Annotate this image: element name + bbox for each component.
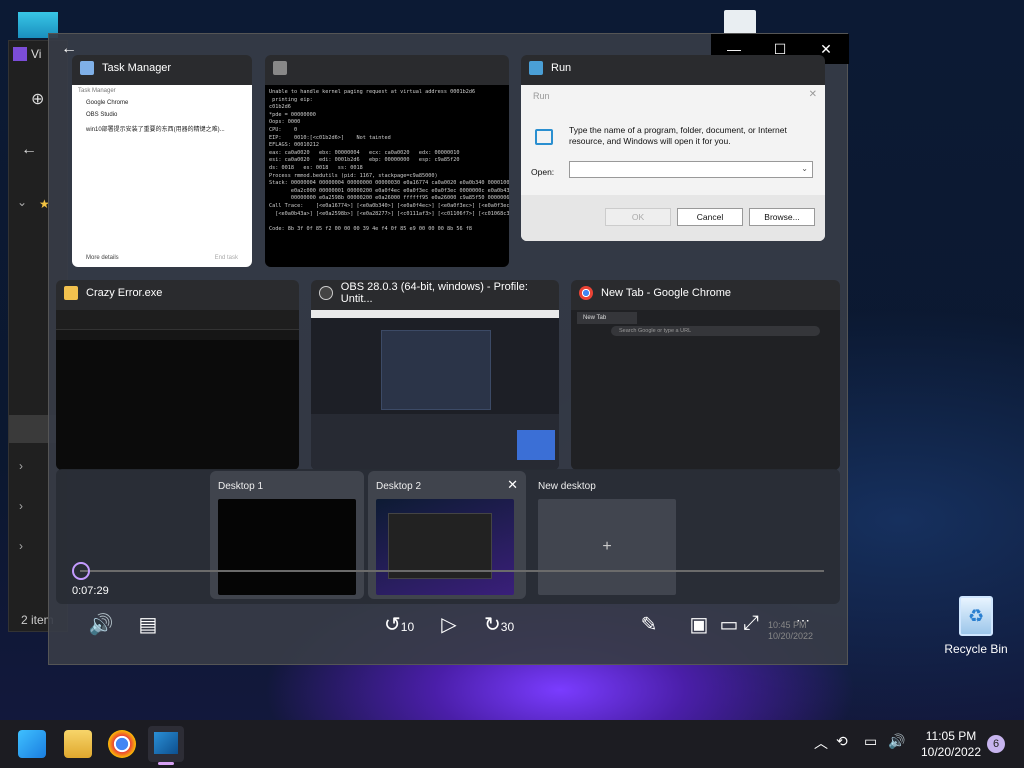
start-button[interactable]	[18, 730, 46, 758]
window-thumb-crazy-error[interactable]: Crazy Error.exe	[56, 280, 299, 470]
obs-icon	[319, 286, 333, 300]
recycle-bin-icon	[959, 596, 993, 636]
kernel-error-text: Unable to handle kernel paging request a…	[265, 85, 509, 267]
network-icon[interactable]: ▭	[864, 733, 877, 750]
tm-title: Task Manager	[78, 88, 116, 94]
forward-30-button[interactable]: ↻30	[484, 612, 514, 642]
recycle-bin[interactable]: Recycle Bin	[944, 596, 1008, 656]
chrome-omnibox: Search Google or type a URL	[611, 326, 820, 336]
active-indicator	[158, 762, 174, 765]
open-label: Open:	[531, 167, 555, 177]
thumb-title: Crazy Error.exe	[86, 287, 163, 299]
desktop-preview	[218, 499, 356, 595]
chevron-right-icon[interactable]: ›	[19, 539, 23, 553]
desktop-tile-1[interactable]: Desktop 1	[210, 471, 364, 599]
desktop-tile-2[interactable]: Desktop 2 ✕	[368, 471, 526, 599]
file-explorer-icon[interactable]	[64, 730, 92, 758]
thumb-title: Run	[551, 62, 572, 74]
rewind-seconds: 10	[400, 620, 415, 634]
new-desktop-label: New desktop	[538, 481, 596, 492]
new-desktop-add[interactable]: +	[538, 499, 676, 595]
chevron-up-icon[interactable]: ︿	[814, 733, 828, 753]
taskbar-clock[interactable]: 11:05 PM 10/20/2022	[915, 728, 987, 760]
elapsed-time: 0:07:29	[72, 585, 109, 597]
chevron-right-icon[interactable]: ›	[19, 499, 23, 513]
playlist-icon[interactable]: ▤	[133, 612, 163, 642]
app-icon	[13, 47, 27, 61]
volume-icon[interactable]: 🔊	[86, 612, 116, 642]
tm-end-task: End task	[214, 255, 238, 261]
add-icon[interactable]: ⊕	[31, 89, 44, 109]
back-arrow-icon[interactable]: ←	[21, 141, 37, 159]
chrome-icon[interactable]	[108, 730, 136, 758]
browse-button[interactable]: Browse...	[749, 208, 815, 226]
run-prompt: Type the name of a program, folder, docu…	[569, 125, 787, 146]
window-thumb-chrome[interactable]: New Tab - Google Chrome New Tab Search G…	[571, 280, 840, 470]
chevron-down-icon[interactable]: ⌄	[17, 195, 27, 209]
thumb-title: OBS 28.0.3 (64-bit, windows) - Profile: …	[340, 281, 528, 305]
more-options-icon[interactable]: ⋯	[788, 612, 818, 642]
run-dialog-title: Run	[533, 91, 550, 101]
fullscreen-icon[interactable]: ⤢	[736, 612, 766, 642]
tm-item: OBS Studio	[86, 112, 118, 118]
recycle-bin-label: Recycle Bin	[944, 642, 1008, 656]
media-player-icon[interactable]	[148, 726, 184, 762]
close-icon[interactable]: ✕	[507, 477, 518, 493]
task-manager-icon	[80, 61, 94, 75]
desktop-preview	[376, 499, 514, 595]
edit-pen-icon[interactable]: ✎	[634, 612, 664, 642]
cancel-button[interactable]: Cancel	[677, 208, 743, 226]
run-program-icon	[535, 129, 553, 145]
window-thumb-obs[interactable]: OBS 28.0.3 (64-bit, windows) - Profile: …	[311, 280, 559, 470]
volume-icon[interactable]: 🔊	[888, 733, 905, 750]
ok-button[interactable]: OK	[605, 208, 671, 226]
chrome-icon	[579, 286, 593, 300]
chevron-down-icon[interactable]: ⌄	[801, 164, 808, 173]
desktop-label: Desktop 2	[376, 481, 422, 492]
seek-bar[interactable]	[80, 570, 824, 572]
play-button[interactable]: ▷	[434, 612, 464, 642]
console-icon	[273, 61, 287, 75]
thumb-title: New Tab - Google Chrome	[601, 287, 732, 299]
sync-icon[interactable]: ⟲	[836, 733, 848, 750]
miniplayer-icon[interactable]: ▣	[684, 612, 714, 642]
thumb-title: Task Manager	[102, 62, 172, 74]
window-thumb-task-manager[interactable]: Task Manager Task Manager Google Chrome …	[72, 55, 252, 267]
window-thumb-kernel-error[interactable]: Unable to handle kernel paging request a…	[265, 55, 509, 267]
chrome-tab: New Tab	[577, 312, 637, 324]
clock-time: 11:05 PM	[925, 729, 977, 743]
folder-icon	[64, 286, 78, 300]
clock-date: 10/20/2022	[920, 745, 982, 759]
forward-seconds: 30	[500, 620, 515, 634]
seek-knob[interactable]	[72, 562, 90, 580]
tm-item: Google Chrome	[86, 100, 129, 106]
desktop-label: Desktop 1	[218, 481, 264, 492]
window-title: Vi	[31, 47, 42, 61]
run-icon	[529, 61, 543, 75]
rewind-10-button[interactable]: ↺10	[384, 612, 414, 642]
window-thumb-run[interactable]: Run Run ✕ Type the name of a program, fo…	[521, 55, 825, 241]
notification-badge[interactable]: 6	[987, 735, 1005, 753]
new-desktop-tile[interactable]: New desktop +	[530, 471, 680, 599]
open-input[interactable]: ⌄	[569, 161, 813, 178]
chevron-right-icon[interactable]: ›	[19, 459, 23, 473]
virtual-desktops-strip: Desktop 1 Desktop 2 ✕ New desktop +	[56, 469, 840, 604]
tm-more-details: More details	[86, 255, 119, 261]
tm-item: win10部署提示安装了重要的东西(用器的精键之难)...	[86, 127, 225, 133]
close-icon[interactable]: ✕	[809, 89, 817, 100]
